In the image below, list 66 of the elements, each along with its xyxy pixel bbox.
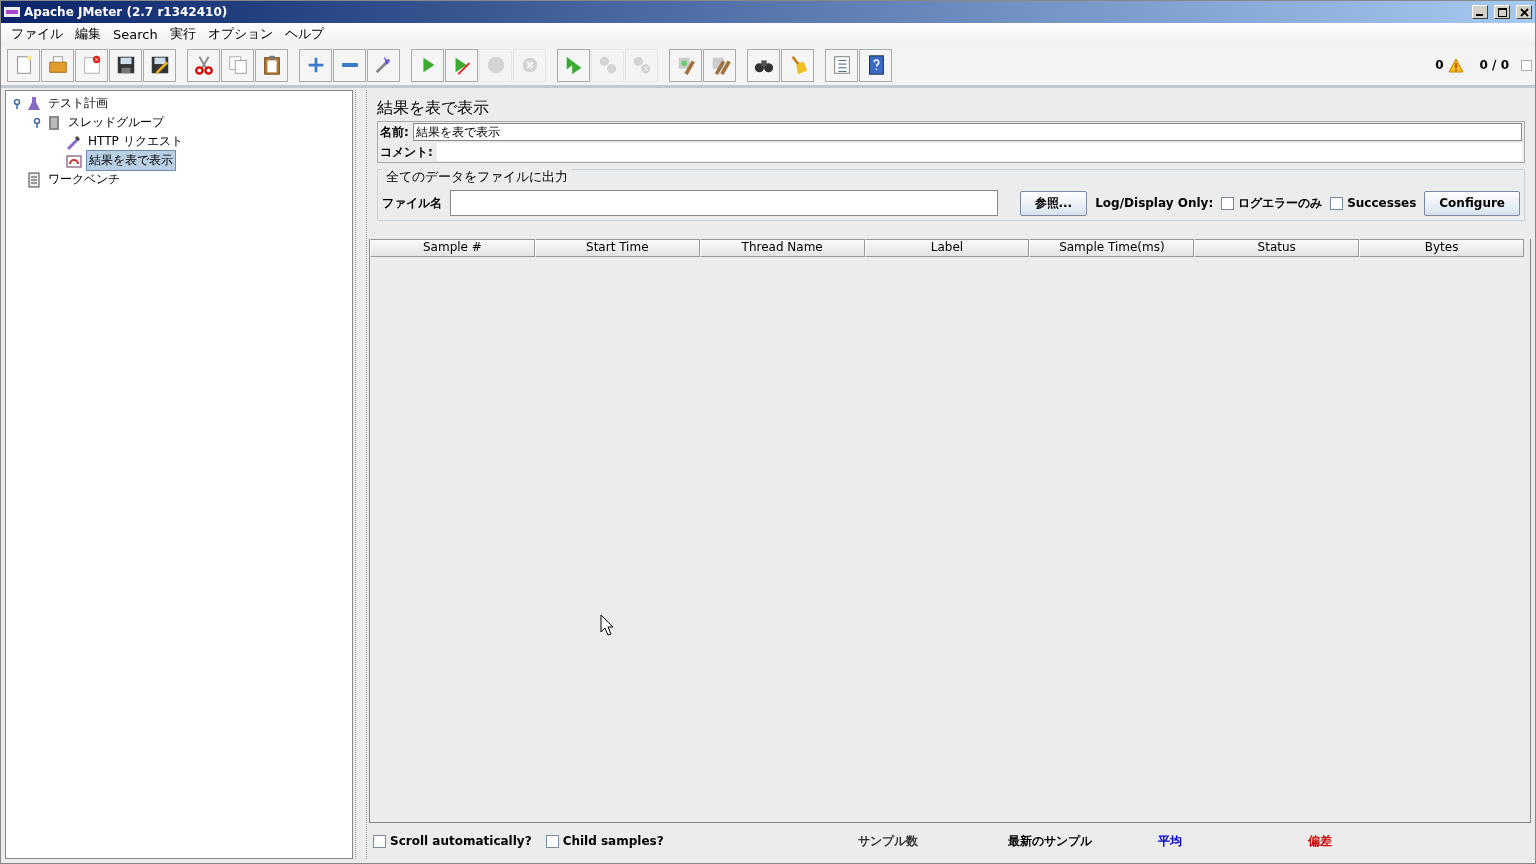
- column-header[interactable]: Start Time: [534, 239, 700, 257]
- configure-button[interactable]: Configure: [1424, 190, 1520, 216]
- comment-field[interactable]: [436, 143, 1522, 161]
- maximize-button[interactable]: [1494, 5, 1510, 19]
- panel-title: 結果を表で表示: [376, 97, 490, 119]
- stat-label: 偏差: [1307, 832, 1333, 850]
- minus-icon: [340, 62, 359, 68]
- folder-icon: [46, 54, 69, 76]
- tree-item[interactable]: テスト計画: [46, 94, 110, 113]
- name-label: 名前:: [380, 123, 409, 141]
- menu-item[interactable]: ファイル: [5, 25, 69, 43]
- window-title: Apache JMeter (2.7 r1342410): [24, 5, 229, 19]
- notepad-icon: [26, 171, 42, 188]
- log-display-label: Log/Display Only:: [1095, 196, 1214, 210]
- close-button[interactable]: [1516, 5, 1532, 19]
- checkbox[interactable]: ログエラーのみ: [1221, 194, 1323, 212]
- stat-label: 平均: [1157, 832, 1183, 850]
- toolbar-button[interactable]: [143, 48, 176, 82]
- menu-item[interactable]: ヘルプ: [278, 25, 330, 43]
- thread-count: 0 / 0: [1479, 58, 1509, 72]
- name-field[interactable]: 結果を表で表示: [412, 123, 1522, 141]
- dropper-icon: [66, 133, 82, 150]
- error-count: 0: [1435, 58, 1444, 72]
- minimize-button[interactable]: [1472, 5, 1488, 19]
- stat-label: 最新のサンプル: [1007, 832, 1093, 850]
- group-title: 全てのデータをファイルに出力: [382, 168, 572, 186]
- two-pages-icon: [226, 54, 249, 76]
- column-header[interactable]: Bytes: [1359, 239, 1524, 257]
- toolbar-button[interactable]: [747, 48, 780, 82]
- split-pane-divider[interactable]: [355, 90, 367, 859]
- maximize-icon: [1497, 7, 1507, 17]
- browse-button[interactable]: 参照...: [1019, 190, 1088, 216]
- toolbar-button[interactable]: [255, 48, 288, 82]
- tree-item[interactable]: スレッドグループ: [66, 113, 166, 132]
- toolbar-button[interactable]: [75, 48, 108, 82]
- column-header[interactable]: Status: [1194, 239, 1360, 257]
- comment-label: コメント:: [380, 143, 433, 161]
- column-header[interactable]: Sample Time(ms): [1029, 239, 1195, 257]
- tree-item[interactable]: 結果を表で表示: [86, 150, 176, 171]
- toolbar-button[interactable]: [859, 48, 892, 82]
- warning-icon: [1447, 57, 1464, 73]
- tree-item[interactable]: HTTP リクエスト: [86, 132, 185, 151]
- tree-item[interactable]: ワークベンチ: [46, 170, 122, 189]
- mouse-cursor-icon: [600, 614, 614, 636]
- expanded-handle-icon[interactable]: [32, 117, 42, 128]
- toolbar-button[interactable]: [109, 48, 142, 82]
- flask-icon: [26, 95, 42, 112]
- menu-item[interactable]: 編集: [69, 25, 107, 43]
- status-indicator: [1521, 59, 1532, 71]
- menu-item[interactable]: Search: [107, 26, 164, 42]
- file-name-field[interactable]: [450, 190, 998, 216]
- menu-item[interactable]: 実行: [163, 25, 202, 43]
- expanded-handle-icon[interactable]: [12, 98, 22, 109]
- column-header[interactable]: Sample #: [370, 239, 535, 257]
- menu-item[interactable]: オプション: [201, 25, 279, 43]
- gauge-icon: [66, 152, 82, 169]
- column-header[interactable]: Thread Name: [699, 239, 865, 257]
- file-name-label: ファイル名: [382, 194, 442, 212]
- checkbox[interactable]: Child samples?: [545, 834, 664, 848]
- column-header[interactable]: Label: [864, 239, 1030, 257]
- checkbox[interactable]: Successes: [1330, 196, 1417, 210]
- scissors-icon: [192, 54, 215, 76]
- app-icon: [4, 7, 20, 17]
- stat-label: サンプル数: [857, 832, 919, 850]
- checkbox[interactable]: Scroll automatically?: [373, 834, 532, 848]
- close-icon: [1519, 7, 1529, 17]
